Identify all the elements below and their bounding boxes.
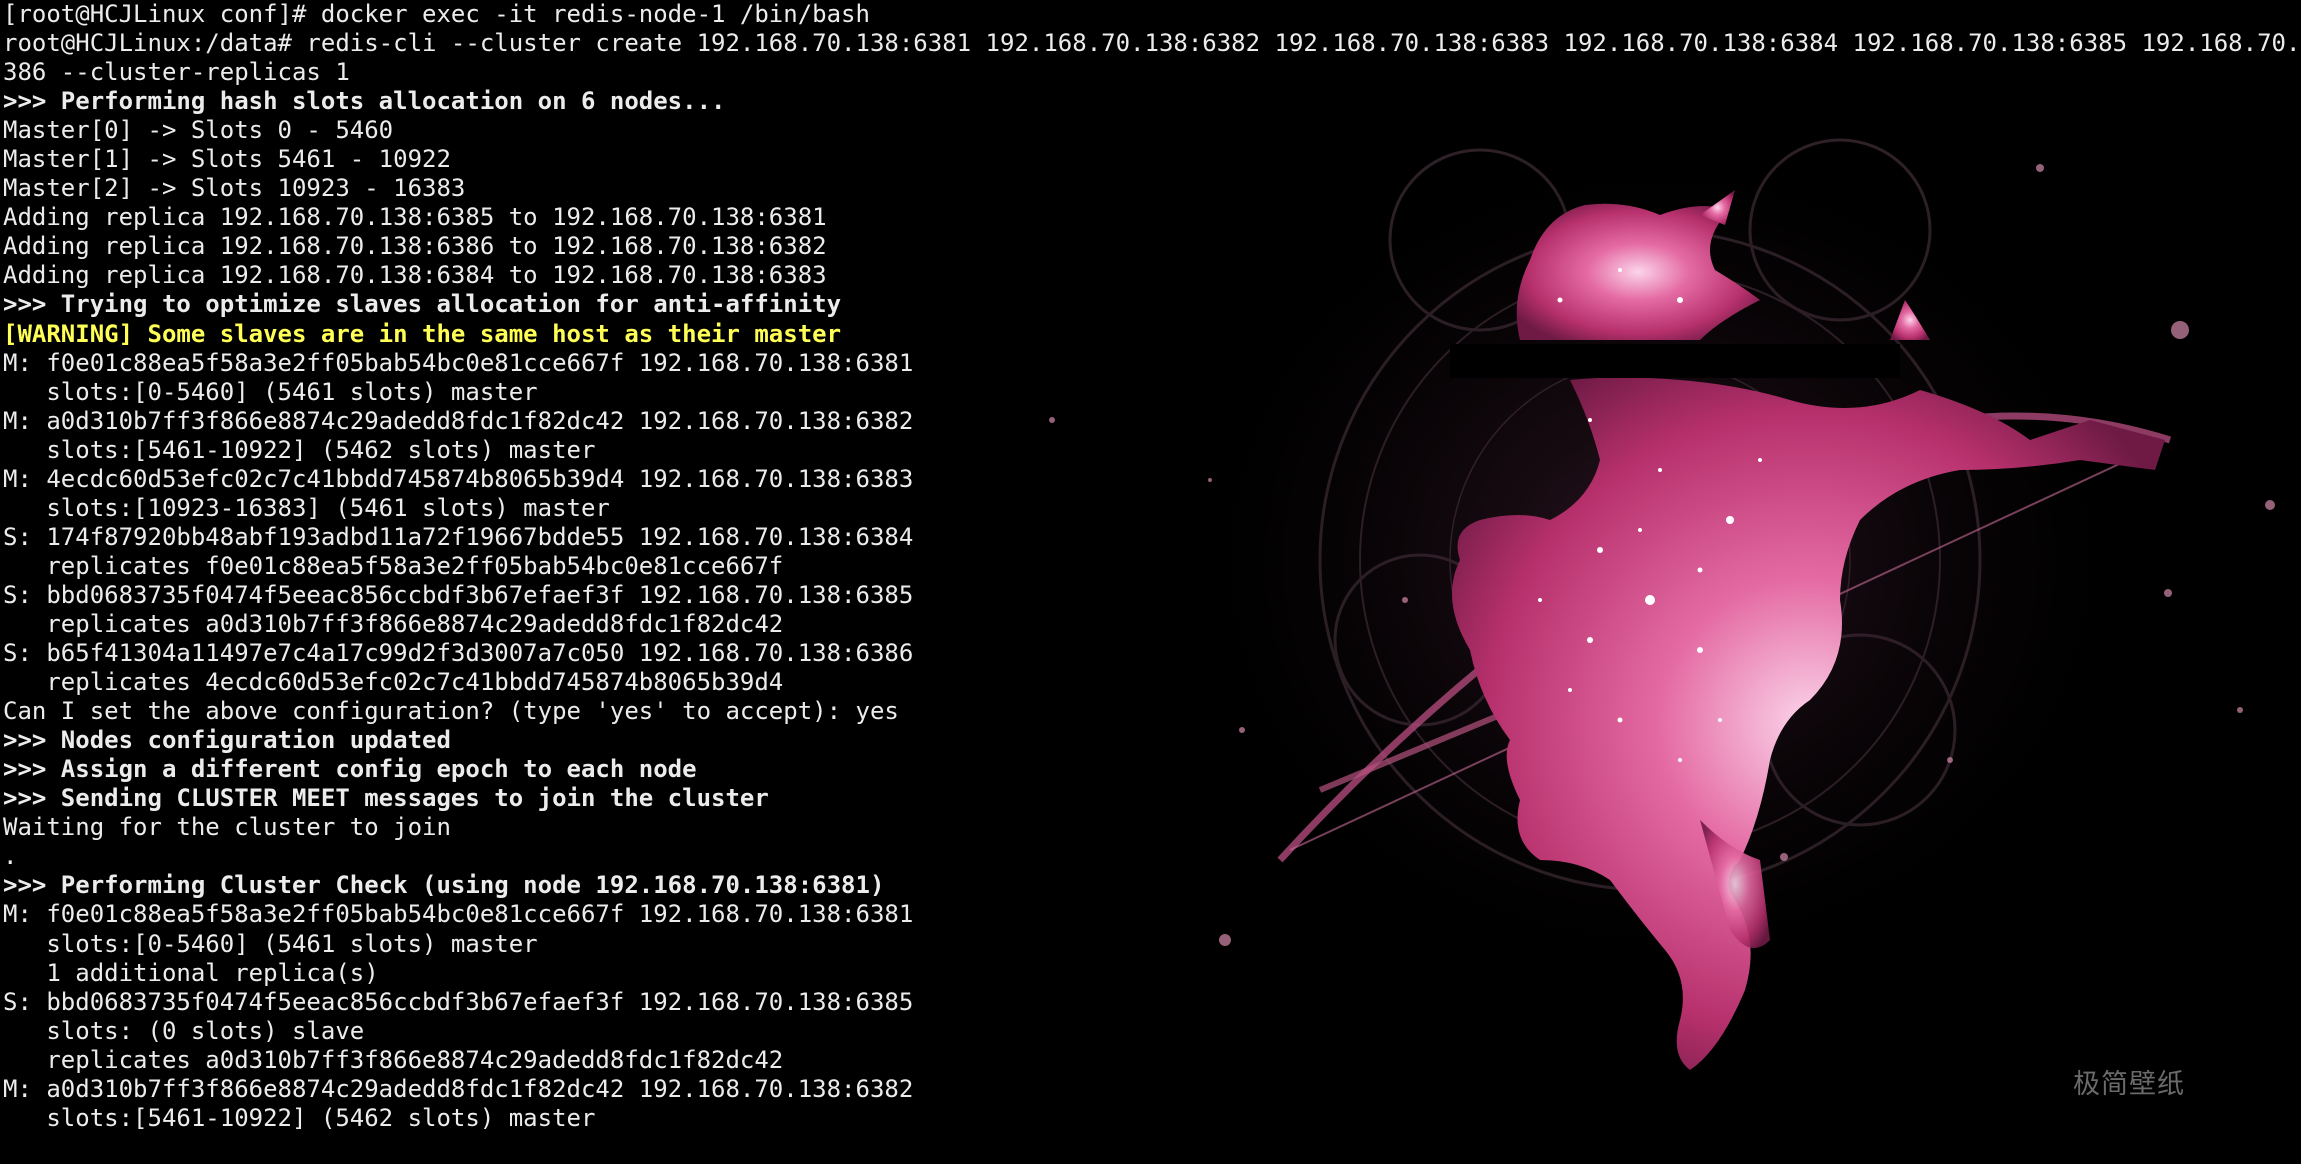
- terminal-line: slots:[0-5460] (5461 slots) master: [3, 929, 538, 958]
- terminal-line: Master[2] -> Slots 10923 - 16383: [3, 174, 466, 203]
- terminal-line: M: f0e01c88ea5f58a3e2ff05bab54bc0e81cce6…: [3, 900, 914, 929]
- terminal-line: slots:[0-5460] (5461 slots) master: [3, 377, 538, 406]
- terminal-line: >>> Trying to optimize slaves allocation…: [3, 290, 842, 319]
- terminal-line: M: f0e01c88ea5f58a3e2ff05bab54bc0e81cce6…: [3, 348, 914, 377]
- terminal-line: >>> Nodes configuration updated: [3, 726, 451, 755]
- terminal-line: replicates f0e01c88ea5f58a3e2ff05bab54bc…: [3, 551, 784, 580]
- terminal-line: >>> Sending CLUSTER MEET messages to joi…: [3, 784, 769, 813]
- terminal-line: S: 174f87920bb48abf193adbd11a72f19667bdd…: [3, 522, 914, 551]
- terminal-line: replicates a0d310b7ff3f866e8874c29adedd8…: [3, 609, 784, 638]
- terminal-line: M: a0d310b7ff3f866e8874c29adedd8fdc1f82d…: [3, 406, 914, 435]
- wallpaper-watermark: 极简壁纸: [2073, 1069, 2185, 1100]
- terminal-line: Master[0] -> Slots 0 - 5460: [3, 116, 394, 145]
- terminal-line: M: 4ecdc60d53efc02c7c41bbdd745874b8065b3…: [3, 464, 914, 493]
- terminal-line: Adding replica 192.168.70.138:6384 to 19…: [3, 261, 827, 290]
- terminal-line: M: a0d310b7ff3f866e8874c29adedd8fdc1f82d…: [3, 1074, 914, 1103]
- terminal-line: slots:[5461-10922] (5462 slots) master: [3, 435, 596, 464]
- terminal-line: 386 --cluster-replicas 1: [3, 58, 350, 87]
- terminal-line: >>> Performing hash slots allocation on …: [3, 87, 726, 116]
- terminal-output[interactable]: [root@HCJLinux conf]# docker exec -it re…: [3, 0, 2301, 1133]
- terminal-line: slots: (0 slots) slave: [3, 1016, 365, 1045]
- terminal-line: [WARNING] Some slaves are in the same ho…: [3, 319, 842, 348]
- terminal-line: Waiting for the cluster to join: [3, 813, 451, 842]
- terminal-line: replicates 4ecdc60d53efc02c7c41bbdd74587…: [3, 668, 784, 697]
- terminal-window[interactable]: [root@HCJLinux conf]# docker exec -it re…: [0, 0, 2301, 1164]
- terminal-line: 1 additional replica(s): [3, 958, 379, 987]
- terminal-line: S: b65f41304a11497e7c4a17c99d2f3d3007a7c…: [3, 639, 914, 668]
- terminal-line: slots:[10923-16383] (5461 slots) master: [3, 493, 610, 522]
- terminal-line: >>> Assign a different config epoch to e…: [3, 755, 697, 784]
- terminal-line: Adding replica 192.168.70.138:6385 to 19…: [3, 203, 827, 232]
- terminal-line: replicates a0d310b7ff3f866e8874c29adedd8…: [3, 1045, 784, 1074]
- terminal-line: .: [3, 842, 18, 871]
- terminal-line: slots:[5461-10922] (5462 slots) master: [3, 1103, 596, 1132]
- terminal-line: Master[1] -> Slots 5461 - 10922: [3, 145, 451, 174]
- terminal-line: S: bbd0683735f0474f5eeac856ccbdf3b67efae…: [3, 987, 914, 1016]
- terminal-line: S: bbd0683735f0474f5eeac856ccbdf3b67efae…: [3, 580, 914, 609]
- terminal-line: >>> Performing Cluster Check (using node…: [3, 871, 885, 900]
- terminal-line: Adding replica 192.168.70.138:6386 to 19…: [3, 232, 827, 261]
- terminal-line: root@HCJLinux:/data# redis-cli --cluster…: [3, 29, 2301, 58]
- terminal-line: [root@HCJLinux conf]# docker exec -it re…: [3, 0, 870, 28]
- terminal-line: Can I set the above configuration? (type…: [3, 697, 899, 726]
